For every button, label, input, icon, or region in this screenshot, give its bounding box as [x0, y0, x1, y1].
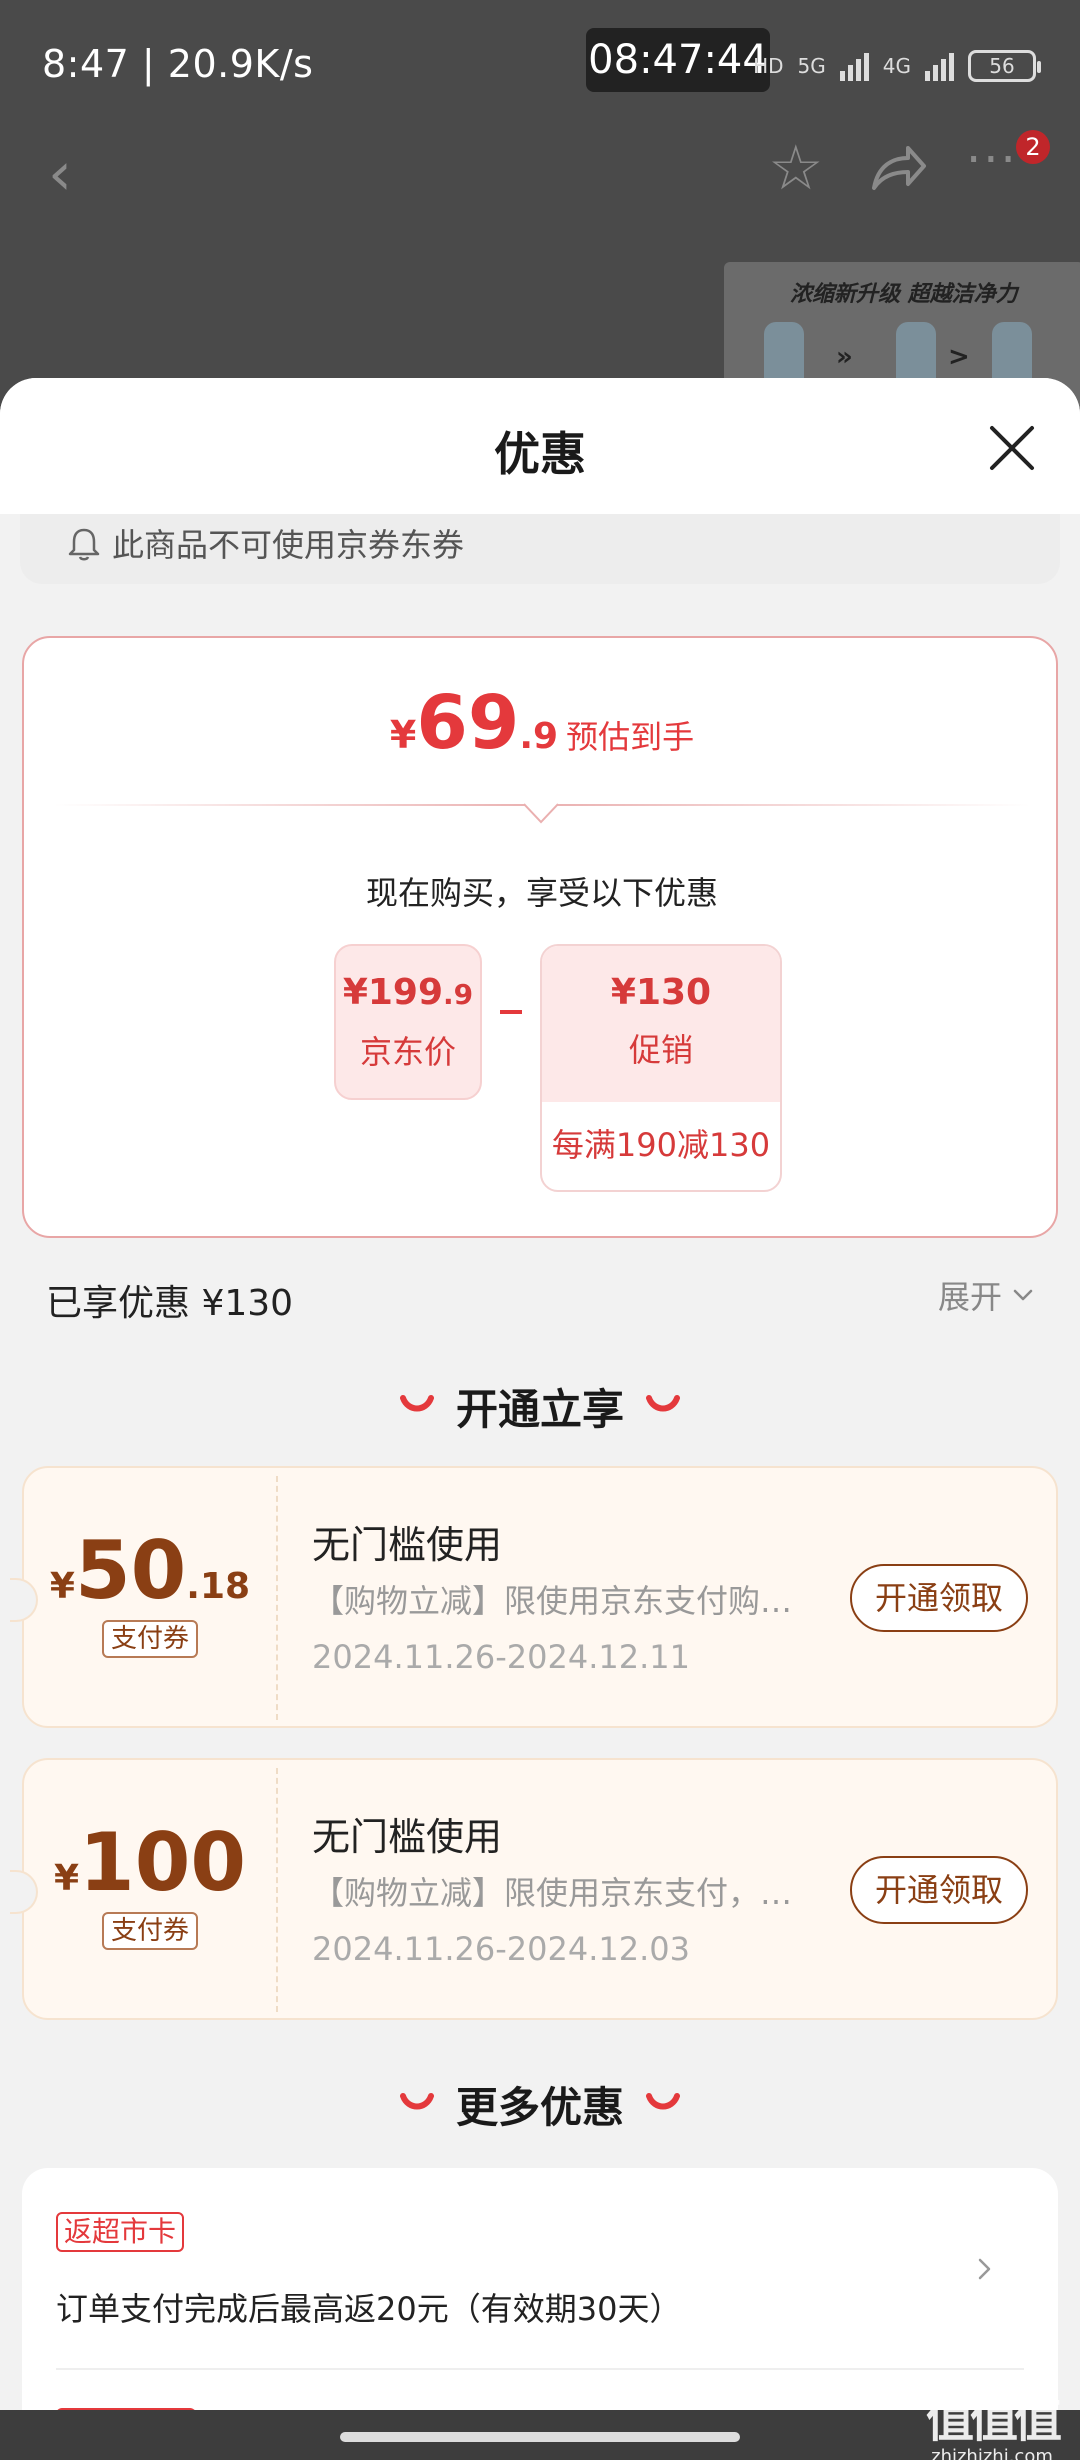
favorite-star-icon[interactable]: ☆: [768, 136, 832, 200]
notification-badge: 2: [1016, 130, 1050, 164]
estimated-price: ¥69.9 预估到手: [24, 680, 1060, 766]
banner-text: 浓缩新升级 超越洁净力: [790, 282, 1018, 307]
coupon-card[interactable]: ¥50.18 支付券 无门槛使用 【购物立减】限使用京东支付购… 2024.11…: [10, 1466, 1058, 1728]
bell-icon: [68, 528, 100, 561]
status-time-speed: 8:47 | 20.9K/s: [42, 42, 314, 86]
claim-button[interactable]: 开通领取: [850, 1856, 1028, 1924]
offer-tag: 返超市卡: [56, 2212, 185, 2252]
back-icon[interactable]: ‹: [48, 144, 88, 204]
coupon-separator: [276, 1476, 278, 1720]
hd-label: HD: [753, 54, 784, 78]
coupon-title: 无门槛使用: [312, 1815, 503, 1859]
jd-price-amount: ¥199.9: [342, 972, 474, 1013]
product-nav-bar: ‹ ☆ ··· 2: [0, 130, 1080, 230]
section-title-more: 更多优惠: [455, 2083, 624, 2132]
price-breakdown-card: ¥69.9 预估到手 现在购买，享受以下优惠 ¥199.9 京东价 ¥130 促销…: [22, 636, 1058, 1238]
promo-amount-area: ¥130 促销: [542, 946, 780, 1102]
sheet-title: 优惠: [494, 427, 586, 481]
signal-icon-2: [925, 51, 954, 81]
smile-decoration-icon: [646, 1395, 680, 1412]
arrow-icon: »: [836, 342, 853, 372]
coupon-separator: [276, 1768, 278, 2012]
signal-icon: [839, 51, 869, 81]
clock-pill: 08:47:44: [586, 28, 770, 92]
section-title-open: 开通立享: [455, 1385, 624, 1434]
coupon-amount: ¥50.18: [49, 1524, 251, 1617]
coupon-type-tag: 支付券: [102, 1620, 198, 1658]
network-5g-label: 5G: [797, 54, 826, 78]
minus-sign: [500, 1010, 522, 1014]
estimated-price-dec: .9: [519, 716, 559, 757]
price-subtitle: 现在购买，享受以下优惠: [365, 874, 718, 912]
arrow-icon: >: [948, 342, 970, 372]
status-bar: 8:47 | 20.9K/s 08:47:44 HD 5G 4G 56: [0, 0, 1080, 130]
divider-notch-icon: [524, 803, 558, 824]
battery-icon: 56: [968, 50, 1041, 82]
promo-box: ¥130 促销 每满190减130: [540, 944, 782, 1192]
expand-button[interactable]: 展开: [938, 1272, 1002, 1318]
promo-rule: 每满190减130: [551, 1126, 771, 1164]
promo-label: 促销: [628, 1031, 693, 1069]
chevron-down-icon[interactable]: [1010, 1282, 1036, 1308]
home-indicator[interactable]: [340, 2432, 740, 2442]
coupon-notice: 此商品不可使用京券东券: [20, 514, 1060, 584]
offer-text: 订单支付完成后最高返20元（有效期30天）: [56, 2290, 682, 2328]
currency-symbol: ¥: [389, 713, 417, 757]
enjoyed-discount: 已享优惠 ¥130: [46, 1283, 294, 1324]
status-indicators: HD 5G 4G 56: [753, 46, 1041, 86]
discount-sheet: 优惠 此商品不可使用京券东券 ¥69.9 预估到手 现在购买，享受以下优惠 ¥19…: [0, 378, 1080, 2460]
watermark: 值值值 zhizhizhi.com: [926, 2380, 1062, 2460]
jd-price-box: ¥199.9 京东价: [334, 944, 482, 1100]
coupon-date: 2024.11.26-2024.12.11: [312, 1638, 690, 1676]
network-4g-label: 4G: [882, 54, 911, 78]
notice-text: 此商品不可使用京券东券: [112, 526, 465, 564]
smile-decoration-icon: [646, 2093, 680, 2110]
estimated-price-int: 69: [416, 680, 520, 766]
divider: [56, 2368, 1024, 2370]
watermark-logo: 值值值: [926, 2392, 1062, 2448]
jd-price-label: 京东价: [359, 1033, 456, 1071]
coupon-amount: ¥100: [53, 1816, 247, 1909]
share-icon[interactable]: [866, 136, 930, 200]
chevron-right-icon[interactable]: [970, 2254, 1000, 2284]
estimated-price-label: 预估到手: [566, 718, 695, 756]
close-icon[interactable]: [982, 418, 1042, 478]
claim-button[interactable]: 开通领取: [850, 1564, 1028, 1632]
watermark-site: zhizhizhi.com: [931, 2446, 1053, 2460]
coupon-type-tag: 支付券: [102, 1912, 198, 1950]
coupon-card[interactable]: ¥100 支付券 无门槛使用 【购物立减】限使用京东支付，… 2024.11.2…: [10, 1758, 1058, 2020]
coupon-desc: 【购物立减】限使用京东支付，…: [312, 1874, 793, 1912]
coupon-desc: 【购物立减】限使用京东支付购…: [312, 1582, 793, 1620]
coupon-title: 无门槛使用: [312, 1523, 503, 1567]
coupon-date: 2024.11.26-2024.12.03: [312, 1930, 690, 1968]
sheet-header: 优惠: [0, 378, 1080, 514]
promo-amount: ¥130: [610, 972, 712, 1013]
